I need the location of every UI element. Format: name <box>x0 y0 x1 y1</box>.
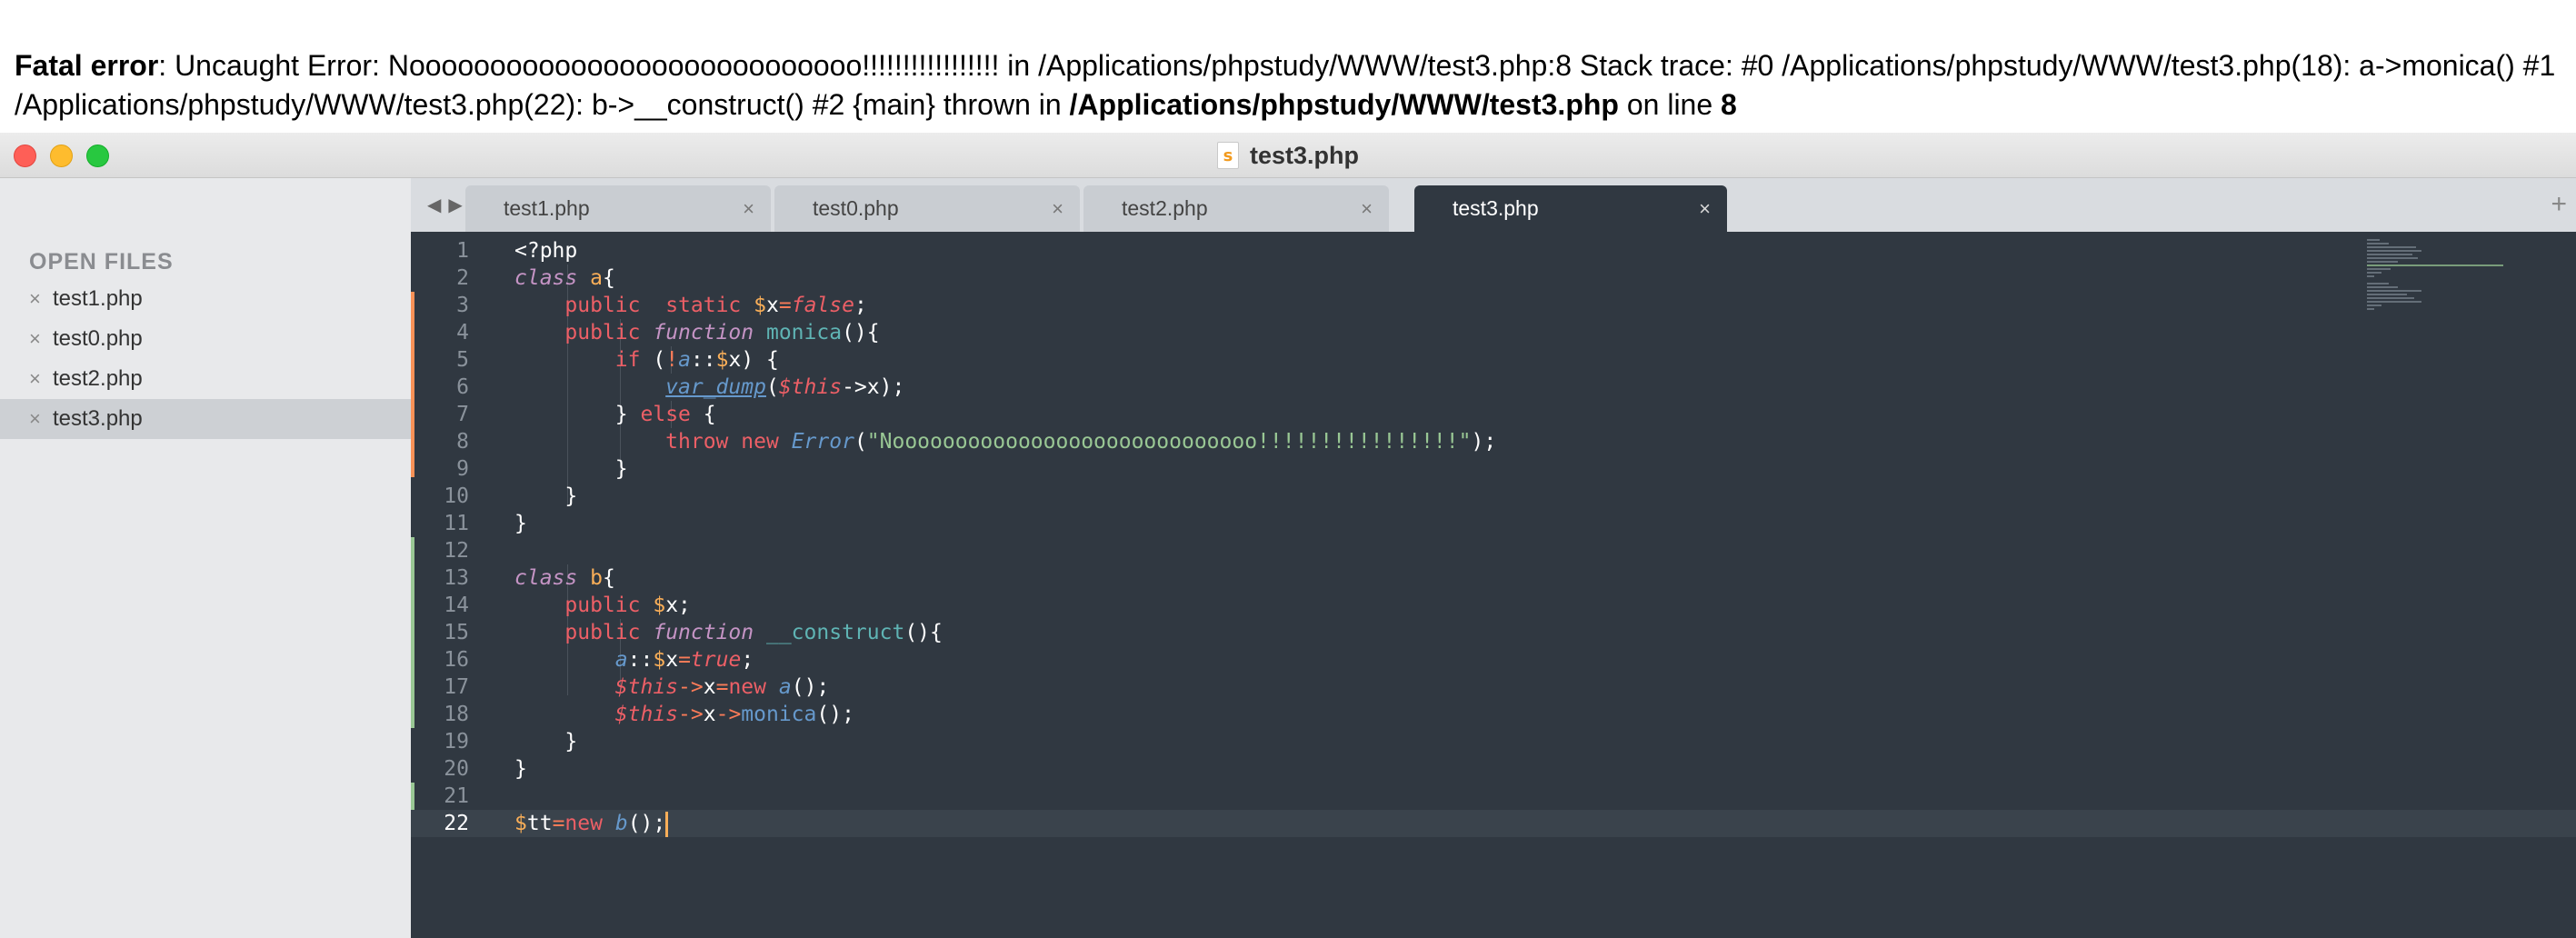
code-line: 3 public static $x=false; <box>411 292 2576 319</box>
window-title-wrap: s test3.php <box>0 133 2576 178</box>
sidebar-item-test1[interactable]: × test1.php <box>0 279 411 319</box>
code-line: 18 $this->x->monica(); <box>411 701 2576 728</box>
line-number: 22 <box>444 812 469 835</box>
code-line: 19 } <box>411 728 2576 755</box>
line-number: 11 <box>444 512 469 535</box>
line-number: 14 <box>444 594 469 617</box>
code-line: 17 $this->x=new a(); <box>411 674 2576 701</box>
code-line: 8 throw new Error("Noooooooooooooooooooo… <box>411 428 2576 455</box>
sidebar-item-label: test3.php <box>53 406 143 431</box>
line-number: 16 <box>444 648 469 672</box>
line-number: 10 <box>444 484 469 508</box>
sidebar-item-label: test2.php <box>53 366 143 391</box>
code-line-current: 22 $tt=new b(); <box>411 810 2576 837</box>
close-icon[interactable]: × <box>1699 197 1711 221</box>
line-number: 8 <box>456 430 469 454</box>
code-line: 13 class b{ <box>411 564 2576 592</box>
window-title: test3.php <box>1249 141 1359 169</box>
close-icon[interactable]: × <box>1361 197 1373 221</box>
code-line: 14 public $x; <box>411 592 2576 619</box>
code-line: 7 } else { <box>411 401 2576 428</box>
code-line: 20} <box>411 755 2576 783</box>
close-icon[interactable]: × <box>29 367 53 391</box>
sidebar-item-label: test0.php <box>53 326 143 351</box>
sidebar-item-test3[interactable]: × test3.php <box>0 399 411 439</box>
sidebar-item-test0[interactable]: × test0.php <box>0 319 411 359</box>
sidebar: OPEN FILES × test1.php × test0.php × tes… <box>0 178 411 938</box>
line-number: 12 <box>444 539 469 563</box>
sidebar-item-test2[interactable]: × test2.php <box>0 359 411 399</box>
php-file-icon-glyph: s <box>1223 145 1233 165</box>
editor-window: s test3.php OPEN FILES × test1.php × tes… <box>0 133 2576 938</box>
tab-test0[interactable]: test0.php × <box>774 185 1080 232</box>
tab-bar: ◀ ▶ test1.php × test0.php × test2.php × … <box>411 178 2576 232</box>
line-number: 19 <box>444 730 469 753</box>
tab-test2[interactable]: test2.php × <box>1083 185 1389 232</box>
line-number: 17 <box>444 675 469 699</box>
tab-navigation: ◀ ▶ <box>427 194 463 216</box>
code-line: 16 a::$x=true; <box>411 646 2576 674</box>
chevron-left-icon[interactable]: ◀ <box>427 194 441 216</box>
tab-test3[interactable]: test3.php × <box>1414 185 1727 232</box>
error-line-number: 8 <box>1721 88 1737 121</box>
close-icon[interactable]: × <box>743 197 754 221</box>
line-number: 20 <box>444 757 469 781</box>
code-line: 2 class a{ <box>411 264 2576 292</box>
code-line: 21 <box>411 783 2576 810</box>
line-number: 9 <box>456 457 469 481</box>
code-line: 6 var_dump($this->x); <box>411 374 2576 401</box>
line-number: 13 <box>444 566 469 590</box>
code-line: 9 } <box>411 455 2576 483</box>
line-number: 15 <box>444 621 469 644</box>
code-line: 15 public function __construct(){ <box>411 619 2576 646</box>
line-number: 5 <box>456 348 469 372</box>
sidebar-item-label: test1.php <box>53 286 143 311</box>
chevron-right-icon[interactable]: ▶ <box>448 194 462 216</box>
code-line: 4 public function monica(){ <box>411 319 2576 346</box>
tab-label: test2.php <box>1122 196 1208 220</box>
error-on-line: on line <box>1618 88 1722 121</box>
add-tab-icon[interactable]: + <box>2551 189 2567 220</box>
code-line: 1 <?php <box>411 237 2576 264</box>
code-line: 10 } <box>411 483 2576 510</box>
minimap[interactable] <box>2367 239 2503 321</box>
line-number: 1 <box>456 239 469 263</box>
close-icon[interactable]: × <box>1052 197 1063 221</box>
tab-label: test0.php <box>813 196 899 220</box>
close-icon[interactable]: × <box>29 407 53 431</box>
fatal-error-message: Fatal error: Uncaught Error: Noooooooooo… <box>0 0 2576 133</box>
title-bar[interactable]: s test3.php <box>0 133 2576 178</box>
error-file: /Applications/phpstudy/WWW/test3.php <box>1069 88 1619 121</box>
php-file-icon: s <box>1216 142 1239 169</box>
line-number: 6 <box>456 375 469 399</box>
line-number: 7 <box>456 403 469 426</box>
error-label: Fatal error <box>15 49 159 82</box>
line-number: 21 <box>444 784 469 808</box>
close-icon[interactable]: × <box>29 327 53 351</box>
tab-label: test3.php <box>1453 196 1539 220</box>
line-number: 3 <box>456 294 469 317</box>
line-number: 18 <box>444 703 469 726</box>
code-line: 12 <box>411 537 2576 564</box>
line-number: 4 <box>456 321 469 344</box>
tab-label: test1.php <box>504 196 590 220</box>
open-files-heading: OPEN FILES <box>29 249 174 274</box>
text-cursor <box>665 811 669 837</box>
tab-test1[interactable]: test1.php × <box>465 185 771 232</box>
code-editor[interactable]: 1 <?php 2 class a{ 3 public static $x=fals… <box>411 232 2576 938</box>
code-line: 5 if (!a::$x) { <box>411 346 2576 374</box>
close-icon[interactable]: × <box>29 287 53 311</box>
code-line: 11} <box>411 510 2576 537</box>
line-number: 2 <box>456 266 469 290</box>
